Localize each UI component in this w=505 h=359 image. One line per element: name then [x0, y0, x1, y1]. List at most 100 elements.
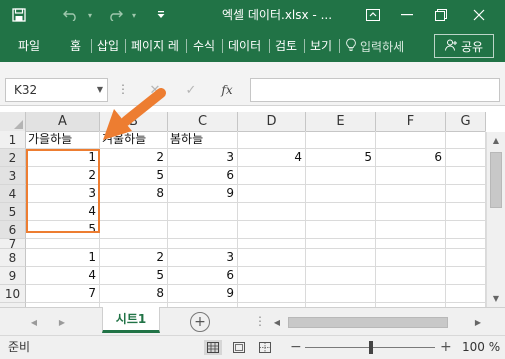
cell-f10[interactable] — [376, 285, 446, 303]
cell-g6[interactable] — [446, 221, 486, 239]
scroll-left-icon[interactable]: ◀ — [270, 314, 284, 330]
cell-b6[interactable] — [100, 221, 168, 239]
horizontal-scrollbar[interactable]: ◀ ▶ — [270, 314, 485, 330]
zoom-slider-thumb[interactable] — [369, 341, 373, 354]
cell-e7[interactable] — [306, 239, 376, 249]
cell-e2[interactable]: 5 — [306, 149, 376, 167]
name-box[interactable]: K32 ▼ — [5, 78, 108, 102]
row-header-5[interactable]: 5 — [0, 203, 26, 221]
row-header-3[interactable]: 3 — [0, 167, 26, 185]
cell-a9[interactable]: 4 — [26, 267, 100, 285]
cell-b7[interactable] — [100, 239, 168, 249]
column-header-g[interactable]: G — [446, 112, 486, 132]
sheet-next-icon[interactable]: ▶ — [54, 314, 70, 330]
cell-a1[interactable]: 가을하늘 — [26, 131, 100, 149]
chevron-down-icon[interactable]: ▼ — [97, 79, 103, 101]
cell-g2[interactable] — [446, 149, 486, 167]
cell-e9[interactable] — [306, 267, 376, 285]
cell-d1[interactable] — [238, 131, 306, 149]
cell-g4[interactable] — [446, 185, 486, 203]
cell-d6[interactable] — [238, 221, 306, 239]
cell-c10[interactable]: 9 — [168, 285, 238, 303]
tab-view[interactable]: 보기 — [310, 30, 332, 62]
cell-f7[interactable] — [376, 239, 446, 249]
cell-e8[interactable] — [306, 249, 376, 267]
tab-file[interactable]: 파일 — [18, 30, 40, 62]
cell-a7[interactable] — [26, 239, 100, 249]
redo-dropdown-icon[interactable]: ▾ — [128, 0, 140, 30]
cell-g5[interactable] — [446, 203, 486, 221]
row-header-8[interactable]: 8 — [0, 249, 26, 267]
save-icon[interactable] — [8, 0, 30, 30]
cell-a10[interactable]: 7 — [26, 285, 100, 303]
zoom-in-button[interactable]: + — [440, 336, 452, 359]
cell-d2[interactable]: 4 — [238, 149, 306, 167]
share-button[interactable]: 공유 — [434, 34, 494, 58]
sheet-tab-1[interactable]: 시트1 — [102, 307, 160, 333]
function-fx-icon[interactable]: fx — [214, 78, 240, 102]
cell-b3[interactable]: 5 — [100, 167, 168, 185]
cell-f4[interactable] — [376, 185, 446, 203]
cell-b4[interactable]: 8 — [100, 185, 168, 203]
select-all-corner[interactable] — [0, 112, 26, 132]
add-sheet-icon[interactable]: + — [190, 312, 210, 332]
cell-f2[interactable]: 6 — [376, 149, 446, 167]
formula-input[interactable] — [250, 78, 500, 102]
cell-d7[interactable] — [238, 239, 306, 249]
tab-home[interactable]: 홈 — [70, 30, 81, 62]
cell-f1[interactable] — [376, 131, 446, 149]
cancel-x-icon[interactable]: ✕ — [142, 78, 168, 102]
tab-formulas[interactable]: 수식 — [193, 30, 215, 62]
cell-g9[interactable] — [446, 267, 486, 285]
cell-c3[interactable]: 6 — [168, 167, 238, 185]
ribbon-display-options-icon[interactable] — [356, 0, 390, 30]
cell-e1[interactable] — [306, 131, 376, 149]
cell-b10[interactable]: 8 — [100, 285, 168, 303]
row-header-9[interactable]: 9 — [0, 267, 26, 285]
close-icon[interactable] — [462, 0, 496, 30]
zoom-out-button[interactable]: − — [290, 336, 302, 359]
cell-b5[interactable] — [100, 203, 168, 221]
minimize-icon[interactable] — [390, 0, 424, 30]
row-header-1[interactable]: 1 — [0, 131, 26, 149]
tab-insert[interactable]: 삽입 — [97, 30, 119, 62]
cell-e6[interactable] — [306, 221, 376, 239]
page-break-preview-icon[interactable] — [256, 340, 274, 355]
tab-data[interactable]: 데이터 — [228, 30, 261, 62]
checkmark-icon[interactable]: ✓ — [178, 78, 204, 102]
column-header-c[interactable]: C — [168, 112, 238, 132]
cell-g3[interactable] — [446, 167, 486, 185]
cell-d8[interactable] — [238, 249, 306, 267]
cell-c7[interactable] — [168, 239, 238, 249]
cell-f5[interactable] — [376, 203, 446, 221]
customize-quick-access-icon[interactable] — [152, 0, 170, 30]
cell-d10[interactable] — [238, 285, 306, 303]
page-layout-view-icon[interactable] — [230, 340, 248, 355]
cell-c4[interactable]: 9 — [168, 185, 238, 203]
zoom-level[interactable]: 100 % — [462, 336, 500, 359]
row-header-10[interactable]: 10 — [0, 285, 26, 303]
restore-icon[interactable] — [424, 0, 458, 30]
cell-g7[interactable] — [446, 239, 486, 249]
tell-me-box[interactable]: 입력하세 — [346, 30, 404, 62]
vertical-scroll-thumb[interactable] — [490, 152, 502, 208]
scroll-right-icon[interactable]: ▶ — [471, 314, 485, 330]
cell-a8[interactable]: 1 — [26, 249, 100, 267]
redo-icon[interactable] — [104, 0, 126, 30]
cell-e5[interactable] — [306, 203, 376, 221]
tab-page-layout[interactable]: 페이지 레 — [131, 30, 179, 62]
cell-c5[interactable] — [168, 203, 238, 221]
cell-f9[interactable] — [376, 267, 446, 285]
column-header-e[interactable]: E — [306, 112, 376, 132]
column-header-a[interactable]: A — [26, 112, 100, 132]
cell-e3[interactable] — [306, 167, 376, 185]
cell-g1[interactable] — [446, 131, 486, 149]
cell-d4[interactable] — [238, 185, 306, 203]
cell-g10[interactable] — [446, 285, 486, 303]
cell-d3[interactable] — [238, 167, 306, 185]
scroll-up-icon[interactable]: ▲ — [487, 132, 505, 149]
cell-g8[interactable] — [446, 249, 486, 267]
formula-bar-handle[interactable]: ⋮ — [117, 78, 129, 102]
cell-c9[interactable]: 6 — [168, 267, 238, 285]
cell-e10[interactable] — [306, 285, 376, 303]
